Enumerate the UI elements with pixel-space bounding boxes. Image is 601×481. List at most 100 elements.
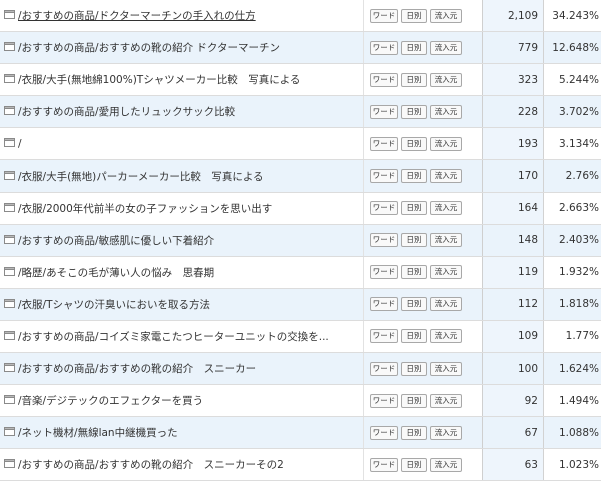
page-icon: [4, 10, 15, 19]
count-cell: 148: [483, 224, 544, 256]
referrer-button[interactable]: 流入元: [430, 362, 462, 376]
referrer-button[interactable]: 流入元: [430, 73, 462, 87]
daily-button[interactable]: 日別: [401, 265, 427, 279]
word-button[interactable]: ワード: [370, 394, 398, 408]
referrer-button[interactable]: 流入元: [430, 233, 462, 247]
count-cell: 228: [483, 96, 544, 128]
action-buttons: ワード 日別 流入元: [364, 256, 483, 288]
page-link[interactable]: /音楽/デジテックのエフェクターを買う: [18, 393, 203, 408]
action-buttons: ワード 日別 流入元: [364, 353, 483, 385]
word-button[interactable]: ワード: [370, 426, 398, 440]
page-link[interactable]: /略歴/あそこの毛が薄い人の悩み 思春期: [18, 265, 214, 280]
word-button[interactable]: ワード: [370, 41, 398, 55]
daily-button[interactable]: 日別: [401, 233, 427, 247]
percent-cell: 1.023%: [544, 449, 601, 481]
page-link[interactable]: /おすすめの商品/おすすめの靴の紹介 ドクターマーチン: [18, 40, 280, 55]
referrer-button[interactable]: 流入元: [430, 9, 462, 23]
action-buttons: ワード 日別 流入元: [364, 417, 483, 449]
page-icon: [4, 331, 15, 340]
action-buttons: ワード 日別 流入元: [364, 320, 483, 352]
percent-cell: 12.648%: [544, 32, 601, 64]
word-button[interactable]: ワード: [370, 105, 398, 119]
referrer-button[interactable]: 流入元: [430, 394, 462, 408]
page-link[interactable]: /衣服/大手(無地綿100%)Tシャツメーカー比較 写真による: [18, 72, 300, 87]
word-button[interactable]: ワード: [370, 329, 398, 343]
percent-cell: 2.663%: [544, 192, 601, 224]
table-row: /おすすめの商品/ドクターマーチンの手入れの仕方 ワード 日別 流入元 2,10…: [0, 0, 601, 32]
action-buttons: ワード 日別 流入元: [364, 385, 483, 417]
referrer-button[interactable]: 流入元: [430, 137, 462, 151]
page-link[interactable]: /衣服/2000年代前半の女の子ファッションを思い出す: [18, 201, 272, 216]
daily-button[interactable]: 日別: [401, 41, 427, 55]
page-link[interactable]: /ネット機材/無線lan中継機買った: [18, 425, 178, 440]
word-button[interactable]: ワード: [370, 73, 398, 87]
page-link[interactable]: /おすすめの商品/愛用したリュックサック比較: [18, 104, 235, 119]
daily-button[interactable]: 日別: [401, 426, 427, 440]
page-link[interactable]: /: [18, 138, 22, 150]
referrer-button[interactable]: 流入元: [430, 105, 462, 119]
daily-button[interactable]: 日別: [401, 9, 427, 23]
access-percent: 12.648%: [552, 42, 601, 54]
table-row: /おすすめの商品/おすすめの靴の紹介 スニーカーその2 ワード 日別 流入元 6…: [0, 449, 601, 481]
daily-button[interactable]: 日別: [401, 105, 427, 119]
referrer-button[interactable]: 流入元: [430, 201, 462, 215]
referrer-button[interactable]: 流入元: [430, 297, 462, 311]
referrer-button[interactable]: 流入元: [430, 458, 462, 472]
count-cell: 164: [483, 192, 544, 224]
daily-button[interactable]: 日別: [401, 201, 427, 215]
referrer-button[interactable]: 流入元: [430, 426, 462, 440]
action-buttons: ワード 日別 流入元: [364, 160, 483, 192]
access-percent: 1.088%: [559, 427, 601, 439]
count-cell: 112: [483, 288, 544, 320]
daily-button[interactable]: 日別: [401, 329, 427, 343]
word-button[interactable]: ワード: [370, 9, 398, 23]
count-cell: 109: [483, 320, 544, 352]
word-button[interactable]: ワード: [370, 297, 398, 311]
action-buttons: ワード 日別 流入元: [364, 224, 483, 256]
daily-button[interactable]: 日別: [401, 458, 427, 472]
referrer-button[interactable]: 流入元: [430, 329, 462, 343]
word-button[interactable]: ワード: [370, 458, 398, 472]
access-percent: 2.403%: [559, 234, 601, 246]
page-cell: /音楽/デジテックのエフェクターを買う: [0, 385, 364, 417]
count-cell: 100: [483, 353, 544, 385]
access-count: 100: [518, 363, 543, 375]
table-row: /おすすめの商品/おすすめの靴の紹介 スニーカー ワード 日別 流入元 100 …: [0, 353, 601, 385]
word-button[interactable]: ワード: [370, 201, 398, 215]
daily-button[interactable]: 日別: [401, 169, 427, 183]
access-count: 779: [518, 42, 543, 54]
page-cell: /衣服/大手(無地綿100%)Tシャツメーカー比較 写真による: [0, 64, 364, 96]
access-percent: 2.76%: [566, 170, 601, 182]
word-button[interactable]: ワード: [370, 362, 398, 376]
page-link[interactable]: /衣服/大手(無地)パーカーメーカー比較 写真による: [18, 169, 264, 184]
action-buttons: ワード 日別 流入元: [364, 0, 483, 32]
page-link[interactable]: /おすすめの商品/おすすめの靴の紹介 スニーカーその2: [18, 457, 284, 472]
access-count: 112: [518, 298, 543, 310]
word-button[interactable]: ワード: [370, 137, 398, 151]
word-button[interactable]: ワード: [370, 233, 398, 247]
table-row: /おすすめの商品/愛用したリュックサック比較 ワード 日別 流入元 228 3.…: [0, 96, 601, 128]
access-count: 92: [525, 395, 543, 407]
access-percent: 2.663%: [559, 202, 601, 214]
page-link[interactable]: /衣服/Tシャツの汗臭いにおいを取る方法: [18, 297, 210, 312]
percent-cell: 1.624%: [544, 353, 601, 385]
word-button[interactable]: ワード: [370, 265, 398, 279]
page-link[interactable]: /おすすめの商品/おすすめの靴の紹介 スニーカー: [18, 361, 256, 376]
daily-button[interactable]: 日別: [401, 73, 427, 87]
page-link[interactable]: /おすすめの商品/敏感肌に優しい下着紹介: [18, 233, 214, 248]
page-cell: /おすすめの商品/おすすめの靴の紹介 スニーカーその2: [0, 449, 364, 481]
referrer-button[interactable]: 流入元: [430, 169, 462, 183]
page-link[interactable]: /おすすめの商品/ドクターマーチンの手入れの仕方: [18, 8, 256, 23]
referrer-button[interactable]: 流入元: [430, 265, 462, 279]
daily-button[interactable]: 日別: [401, 394, 427, 408]
daily-button[interactable]: 日別: [401, 137, 427, 151]
access-count: 2,109: [508, 10, 543, 22]
referrer-button[interactable]: 流入元: [430, 41, 462, 55]
table-row: /おすすめの商品/コイズミ家電こたつヒーターユニットの交換を... ワード 日別…: [0, 320, 601, 352]
daily-button[interactable]: 日別: [401, 297, 427, 311]
page-cell: /略歴/あそこの毛が薄い人の悩み 思春期: [0, 256, 364, 288]
daily-button[interactable]: 日別: [401, 362, 427, 376]
page-link[interactable]: /おすすめの商品/コイズミ家電こたつヒーターユニットの交換を...: [18, 329, 329, 344]
word-button[interactable]: ワード: [370, 169, 398, 183]
count-cell: 193: [483, 128, 544, 160]
